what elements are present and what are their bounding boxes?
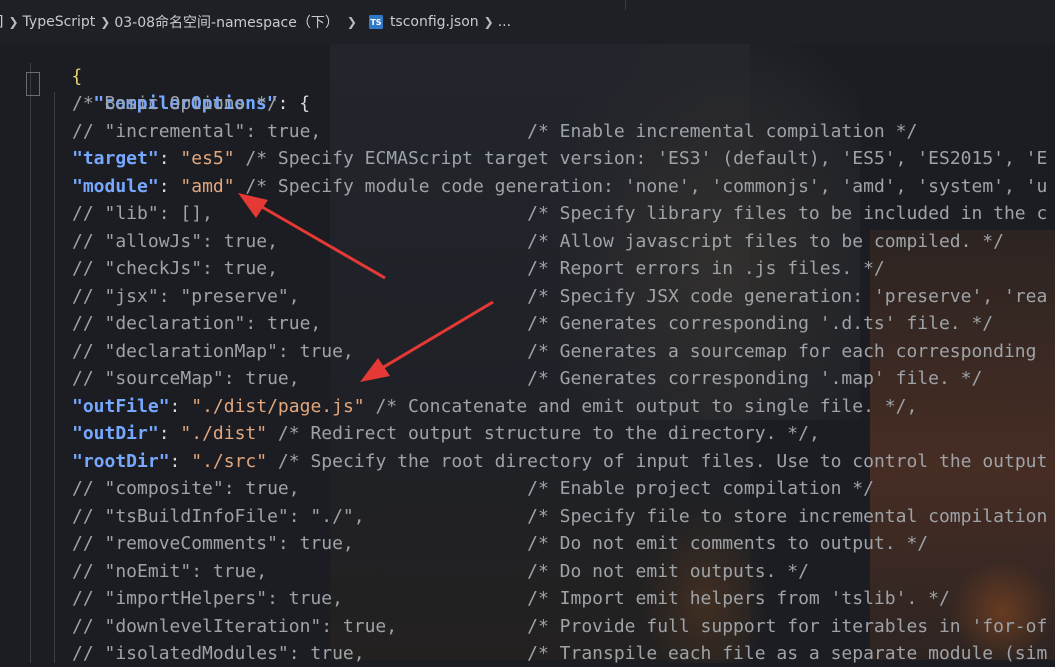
chevron-right-icon: ❯ <box>100 15 111 29</box>
breadcrumb: ] ❯ TypeScript ❯ 03-08命名空间-namespace（下） … <box>0 0 1055 44</box>
chevron-right-icon: ❯ <box>483 15 494 29</box>
code-line-commented-option: // "importHelpers": true, /* Import emit… <box>72 588 950 609</box>
code-editor[interactable]: { "compilerOptions": { /* Basic Options … <box>0 36 1055 664</box>
code-line-commented-option: // "noEmit": true, /* Do not emit output… <box>72 560 809 582</box>
code-line-active-option: "rootDir": "./src" /* Specify the root d… <box>72 450 1048 472</box>
breadcrumb-item-file[interactable]: TS tsconfig.json <box>368 14 479 30</box>
breadcrumb-item-folder[interactable]: 03-08命名空间-namespace（下） <box>114 12 339 32</box>
code-line-commented-option: // "incremental": true, /* Enable increm… <box>72 120 918 142</box>
breadcrumb-item-typescript[interactable]: TypeScript <box>23 14 96 30</box>
code-line-commented-option: // "declaration": true, /* Generates cor… <box>72 313 994 334</box>
code-line-active-option: "module": "amd" /* Specify module code g… <box>72 175 1048 197</box>
code-line-commented-option: // "checkJs": true, /* Report errors in … <box>72 258 885 279</box>
code-line-commented-option: // "allowJs": true, /* Allow javascript … <box>72 230 1004 252</box>
code-line-commented-option: // "lib": [], /* Specify library files t… <box>72 203 1048 224</box>
chevron-right-icon: ❯ <box>8 15 19 29</box>
code-line-compiler-options: "compilerOptions": { <box>93 93 311 114</box>
code-line-commented-option: // "sourceMap": true, /* Generates corre… <box>72 368 983 389</box>
code-line-commented-option: // "downlevelIteration": true, /* Provid… <box>72 615 1048 637</box>
code-line-commented-option: // "declarationMap": true, /* Generates … <box>72 340 1037 362</box>
tab-divider <box>625 0 626 10</box>
breadcrumb-item-root[interactable]: ] <box>0 14 3 30</box>
code-line-commented-option: // "tsBuildInfoFile": "./", /* Specify f… <box>72 505 1048 527</box>
indent-guide <box>54 92 55 663</box>
chevron-right-icon: ❯ <box>346 15 357 29</box>
code-line-active-option: "target": "es5" /* Specify ECMAScript ta… <box>72 148 1048 169</box>
code-line-commented-option: // "composite": true, /* Enable project … <box>72 478 874 499</box>
code-line-active-option: "outDir": "./dist" /* Redirect output st… <box>72 423 820 444</box>
code-line-active-option: "outFile": "./dist/page.js" /* Concatena… <box>72 395 918 417</box>
breadcrumb-item-more[interactable]: ... <box>498 14 511 30</box>
typescript-file-icon: TS <box>368 15 383 29</box>
indent-guide <box>30 63 31 663</box>
code-line-commented-option: // "jsx": "preserve", /* Specify JSX cod… <box>72 285 1048 307</box>
code-line-commented-option: // "removeComments": true, /* Do not emi… <box>72 533 929 554</box>
code-line-comment: /* Basic Options */ <box>72 93 278 114</box>
